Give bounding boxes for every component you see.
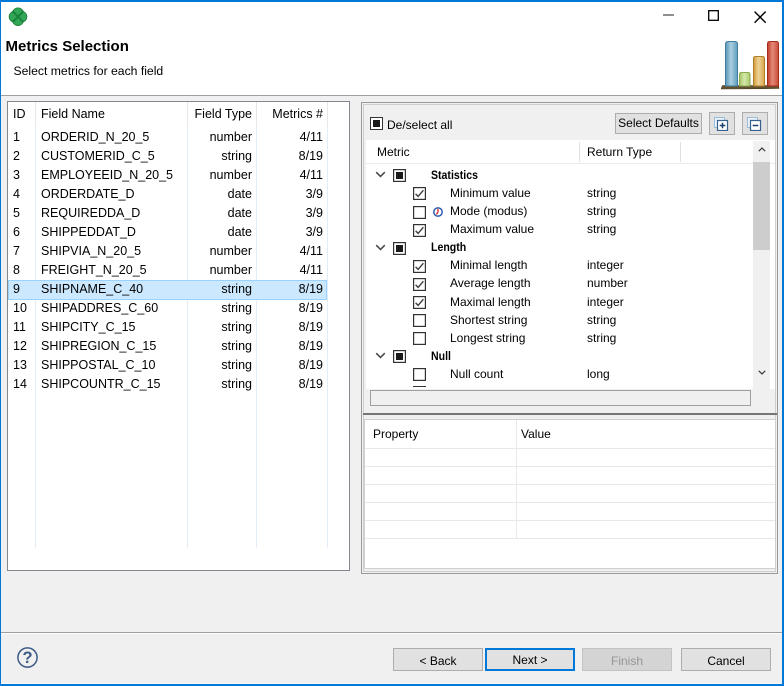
svg-text:?: ?: [22, 649, 32, 667]
